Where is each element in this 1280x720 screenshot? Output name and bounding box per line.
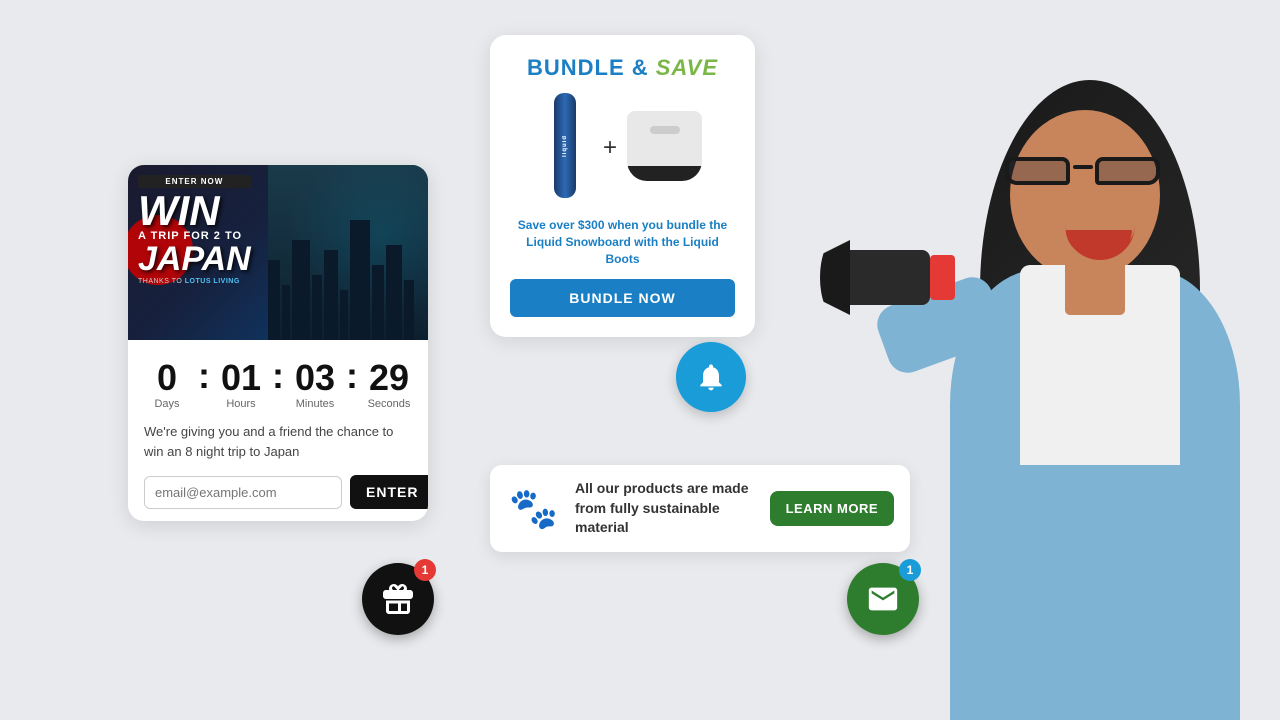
megaphone-stripe bbox=[930, 255, 955, 300]
enter-button[interactable]: ENTER bbox=[350, 475, 428, 509]
thanks-lotus-text: THANKS TO LOTUS LIVING bbox=[138, 278, 251, 285]
snowboard-body: liquid bbox=[554, 93, 576, 198]
building bbox=[312, 275, 322, 340]
snowboard-logo: liquid bbox=[562, 135, 568, 157]
win-heading: WIN bbox=[138, 192, 251, 230]
japan-text: JAPAN bbox=[138, 242, 251, 276]
minutes-value: 03 bbox=[295, 360, 335, 396]
seconds-label: Seconds bbox=[368, 398, 411, 410]
boot-upper bbox=[627, 111, 702, 166]
days-value: 0 bbox=[157, 360, 177, 396]
countdown-row: 0 Days : 01 Hours : 03 Minutes : 29 Seco… bbox=[144, 358, 412, 412]
hours-counter: 01 Hours bbox=[214, 360, 268, 410]
bell-notification-button[interactable] bbox=[676, 342, 746, 412]
building bbox=[324, 250, 338, 340]
boot-shape bbox=[627, 111, 702, 181]
hours-value: 01 bbox=[221, 360, 261, 396]
bundle-word: BUNDLE & bbox=[527, 55, 649, 80]
bundle-products: liquid + bbox=[510, 93, 735, 203]
gift-icon bbox=[380, 581, 416, 617]
separator-3: : bbox=[346, 358, 358, 394]
promo-description: We're giving you and a friend the chance… bbox=[144, 422, 412, 461]
snowboard-product: liquid bbox=[538, 93, 593, 203]
lotus-living-text: LOTUS LIVING bbox=[185, 278, 240, 285]
megaphone-body bbox=[840, 250, 930, 305]
email-entry-row: ENTER bbox=[144, 475, 412, 509]
boot-buckle bbox=[650, 126, 680, 134]
glasses-bridge bbox=[1073, 165, 1093, 169]
megaphone-cone bbox=[820, 240, 850, 315]
building bbox=[350, 220, 370, 340]
building bbox=[372, 265, 384, 340]
countdown-section: 0 Days : 01 Hours : 03 Minutes : 29 Seco… bbox=[128, 340, 428, 521]
minutes-label: Minutes bbox=[296, 398, 335, 410]
bell-icon bbox=[695, 361, 727, 393]
building bbox=[386, 245, 402, 340]
thanks-text: THANKS TO bbox=[138, 278, 182, 285]
bundle-save-card: BUNDLE & SAVE liquid + Save over $300 wh… bbox=[490, 35, 755, 337]
save-word: SAVE bbox=[656, 55, 718, 80]
bundle-now-button[interactable]: BUNDLE NOW bbox=[510, 279, 735, 317]
glasses-shape bbox=[1000, 155, 1165, 190]
city-background bbox=[268, 165, 428, 340]
sustainable-text: All our products are made from fully sus… bbox=[575, 479, 756, 538]
minutes-counter: 03 Minutes bbox=[288, 360, 342, 410]
building bbox=[292, 240, 310, 340]
building bbox=[340, 290, 348, 340]
building bbox=[268, 260, 280, 340]
neck-shape bbox=[1065, 255, 1125, 315]
separator-2: : bbox=[272, 358, 284, 394]
building bbox=[282, 285, 290, 340]
days-counter: 0 Days bbox=[140, 360, 194, 410]
japan-card-image: ENTER NOW WIN A TRIP FOR 2 TO JAPAN THAN… bbox=[128, 165, 428, 340]
plus-sign: + bbox=[603, 134, 617, 162]
glasses-left bbox=[1005, 157, 1070, 185]
bundle-title: BUNDLE & SAVE bbox=[510, 55, 735, 81]
glasses-right bbox=[1095, 157, 1160, 185]
seconds-value: 29 bbox=[369, 360, 409, 396]
gift-badge: 1 bbox=[414, 559, 436, 581]
seconds-counter: 29 Seconds bbox=[362, 360, 416, 410]
hours-label: Hours bbox=[226, 398, 255, 410]
megaphone bbox=[820, 230, 960, 330]
gift-button[interactable]: 1 bbox=[362, 563, 434, 635]
bundle-description: Save over $300 when you bundle the Liqui… bbox=[510, 217, 735, 267]
boot-sole bbox=[627, 166, 702, 181]
footprint-icon: 🐾 bbox=[506, 481, 561, 536]
email-input[interactable] bbox=[144, 476, 342, 509]
boot-product bbox=[627, 111, 707, 186]
days-label: Days bbox=[154, 398, 179, 410]
woman-megaphone-illustration bbox=[780, 0, 1280, 720]
buildings-layer bbox=[268, 220, 428, 340]
building bbox=[404, 280, 414, 340]
win-text-overlay: ENTER NOW WIN A TRIP FOR 2 TO JAPAN THAN… bbox=[138, 175, 251, 285]
japan-contest-card: ENTER NOW WIN A TRIP FOR 2 TO JAPAN THAN… bbox=[128, 165, 428, 521]
separator-1: : bbox=[198, 358, 210, 394]
